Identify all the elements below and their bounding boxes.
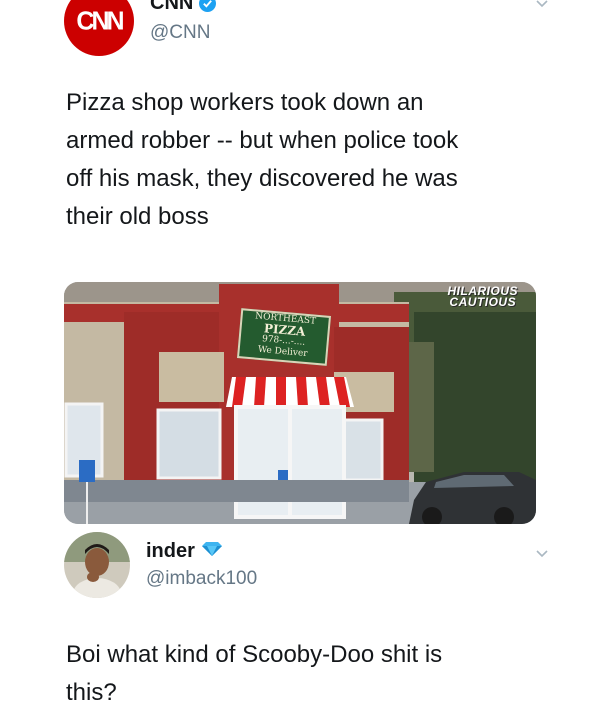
diamond-icon (201, 540, 223, 563)
inder-avatar[interactable] (64, 532, 130, 598)
tweet1-text: Pizza shop workers took down an armed ro… (66, 84, 546, 236)
verified-check-icon (199, 0, 217, 12)
tweet2-text-line: Boi what kind of Scooby-Doo shit is (66, 641, 443, 668)
tweet1-name-text: CNN (150, 0, 194, 14)
tweet1-handle[interactable]: @CNN (150, 22, 210, 44)
tweet1-display-name[interactable]: CNN (150, 0, 217, 15)
tweet2-display-name[interactable]: inder (146, 540, 223, 563)
watermark-line: CAUTIOUS (449, 295, 517, 309)
tweet1-text-line: off his mask, they discovered he was (66, 165, 458, 192)
tweet1-text-line: Pizza shop workers took down an (66, 89, 424, 116)
shop-sign: NORTHEAST PIZZA 978-...-.... We Deliver (236, 308, 332, 366)
tweet1-text-line: their old boss (66, 203, 209, 230)
tweet2-name-text: inder (146, 540, 195, 562)
cnn-avatar[interactable]: CNN (64, 0, 134, 56)
tweet2-text: Boi what kind of Scooby-Doo shit is this… (66, 636, 546, 712)
cnn-logo-text: CNN (76, 5, 124, 36)
tweet2-chevron-down-icon[interactable] (536, 550, 548, 562)
tweet1-text-line: armed robber -- but when police took (66, 127, 459, 154)
tweet1-photo[interactable]: NORTHEAST PIZZA 978-...-.... We Deliver … (64, 282, 536, 524)
tweet2-handle[interactable]: @imback100 (146, 568, 257, 590)
inder-avatar-image (64, 532, 130, 598)
tweet1-chevron-down-icon[interactable] (536, 0, 548, 12)
tweet2-text-line: this? (66, 679, 117, 706)
watermark: HILARIOUS CAUTIOUS (448, 285, 519, 309)
